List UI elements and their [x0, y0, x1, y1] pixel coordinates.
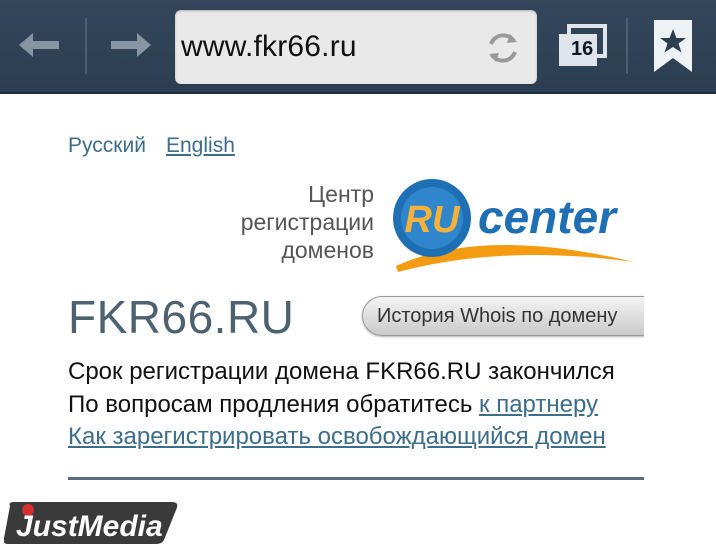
whois-history-label: История Whois по домену [377, 305, 618, 327]
forward-button[interactable] [106, 20, 156, 70]
bookmark-star-icon[interactable] [652, 18, 694, 74]
browser-toolbar: www.fkr66.ru 16 [0, 0, 716, 94]
expiry-notice: Срок регистрации домена FKR66.RU закончи… [68, 358, 615, 385]
toolbar-separator [85, 18, 87, 74]
partner-link[interactable]: к партнеру [479, 391, 598, 418]
watermark-text: JustMedia [16, 510, 163, 543]
tabs-button[interactable]: 16 [555, 24, 609, 70]
tagline-line: доменов [281, 237, 374, 263]
language-english-link[interactable]: English [166, 134, 235, 158]
ru-center-logo[interactable]: RU center [384, 176, 644, 288]
registrar-tagline: Центр регистрации доменов [210, 180, 374, 264]
reload-icon[interactable] [483, 28, 523, 68]
language-russian[interactable]: Русский [68, 134, 146, 158]
forward-arrow-icon [111, 33, 151, 57]
toolbar-separator [626, 18, 628, 74]
tagline-line: Центр [308, 181, 374, 207]
svg-text:center: center [478, 191, 618, 243]
url-text[interactable]: www.fkr66.ru [181, 30, 357, 64]
justmedia-watermark: JustMedia [4, 502, 178, 544]
tagline-line: регистрации [240, 209, 374, 235]
whois-history-button[interactable]: История Whois по домену [362, 296, 662, 336]
address-bar[interactable]: www.fkr66.ru [175, 10, 537, 84]
domain-title: FKR66.RU [68, 291, 295, 343]
renewal-notice: По вопросам продления обратитесь к партн… [68, 391, 598, 419]
viewport-clip [644, 290, 716, 460]
divider [68, 477, 644, 480]
back-button[interactable] [14, 20, 64, 70]
renewal-text: По вопросам продления обратитесь [68, 391, 480, 418]
register-howto-link[interactable]: Как зарегистрировать освобождающийся дом… [68, 423, 606, 450]
svg-text:RU: RU [405, 199, 461, 241]
register-howto-line: Как зарегистрировать освобождающийся дом… [68, 423, 606, 451]
back-arrow-icon [19, 33, 59, 57]
tab-count: 16 [571, 38, 594, 60]
